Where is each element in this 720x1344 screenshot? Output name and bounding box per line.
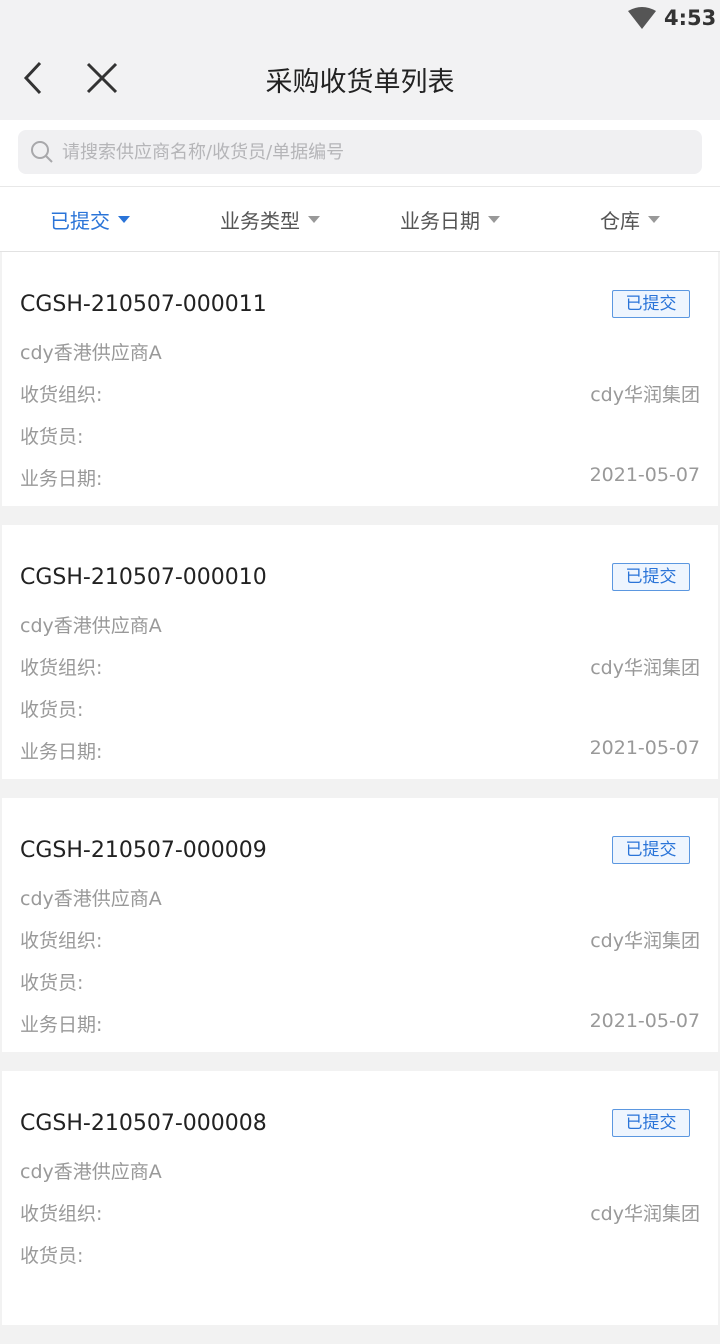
status-badge: 已提交 — [612, 836, 690, 864]
filter-status-label: 已提交 — [50, 208, 110, 233]
receipt-card[interactable]: CGSH-210507-000010 已提交 cdy香港供应商A 收货组织: c… — [2, 525, 718, 779]
receiver-row: 收货员: — [20, 1241, 700, 1268]
filter-business-type[interactable]: 业务类型 — [180, 187, 360, 251]
doc-number: CGSH-210507-000011 — [20, 292, 267, 317]
caret-down-icon — [648, 215, 660, 223]
org-row: 收货组织: cdy华润集团 — [20, 926, 700, 953]
doc-number: CGSH-210507-000008 — [20, 1111, 267, 1136]
app-header: 采购收货单列表 — [0, 36, 720, 120]
wifi-icon — [628, 7, 656, 29]
filter-warehouse[interactable]: 仓库 — [540, 187, 720, 251]
filter-business-type-label: 业务类型 — [220, 208, 300, 233]
org-row: 收货组织: cdy华润集团 — [20, 380, 700, 407]
search-bar — [0, 120, 720, 186]
status-badge: 已提交 — [612, 563, 690, 591]
supplier-name: cdy香港供应商A — [20, 615, 162, 637]
receipt-card[interactable]: CGSH-210507-000011 已提交 cdy香港供应商A 收货组织: c… — [2, 252, 718, 506]
receiver-row: 收货员: — [20, 422, 700, 449]
receiver-label: 收货员: — [20, 1245, 84, 1267]
receiver-label: 收货员: — [20, 699, 84, 721]
org-value: cdy华润集团 — [590, 384, 700, 406]
supplier-name: cdy香港供应商A — [20, 888, 162, 910]
status-badge: 已提交 — [612, 290, 690, 318]
date-row: 业务日期: 2021-05-07 — [20, 1010, 700, 1037]
status-bar: 4:53 — [0, 0, 720, 36]
supplier-name: cdy香港供应商A — [20, 342, 162, 364]
org-label: 收货组织: — [20, 930, 103, 952]
filter-business-date-label: 业务日期 — [400, 208, 480, 233]
status-badge: 已提交 — [612, 1109, 690, 1137]
doc-number: CGSH-210507-000010 — [20, 565, 267, 590]
org-value: cdy华润集团 — [590, 657, 700, 679]
caret-down-icon — [308, 215, 320, 223]
date-value: 2021-05-07 — [589, 464, 700, 486]
receiver-label: 收货员: — [20, 426, 84, 448]
supplier-name: cdy香港供应商A — [20, 1161, 162, 1183]
receiver-label: 收货员: — [20, 972, 84, 994]
filter-status[interactable]: 已提交 — [0, 187, 180, 251]
date-value: 2021-05-07 — [589, 737, 700, 759]
date-value: 2021-05-07 — [589, 1010, 700, 1032]
date-row: 业务日期: 2021-05-07 — [20, 464, 700, 491]
date-label: 业务日期: — [20, 1014, 103, 1036]
caret-down-icon — [118, 215, 130, 223]
search-icon — [31, 141, 53, 163]
page-title: 采购收货单列表 — [265, 67, 455, 98]
org-value: cdy华润集团 — [590, 1203, 700, 1225]
date-label: 业务日期: — [20, 468, 103, 490]
caret-down-icon — [488, 215, 500, 223]
filter-bar: 已提交 业务类型 业务日期 仓库 — [0, 186, 720, 252]
status-time: 4:53 — [664, 6, 717, 30]
org-label: 收货组织: — [20, 1203, 103, 1225]
receiver-row: 收货员: — [20, 695, 700, 722]
org-label: 收货组织: — [20, 384, 103, 406]
receipt-card[interactable]: CGSH-210507-000009 已提交 cdy香港供应商A 收货组织: c… — [2, 798, 718, 1052]
org-label: 收货组织: — [20, 657, 103, 679]
date-label: 业务日期: — [20, 741, 103, 763]
receipt-card[interactable]: CGSH-210507-000008 已提交 cdy香港供应商A 收货组织: c… — [2, 1071, 718, 1325]
filter-business-date[interactable]: 业务日期 — [360, 187, 540, 251]
search-input[interactable] — [62, 130, 682, 174]
filter-warehouse-label: 仓库 — [600, 208, 640, 233]
date-row: 业务日期: 2021-05-07 — [20, 737, 700, 764]
org-value: cdy华润集团 — [590, 930, 700, 952]
org-row: 收货组织: cdy华润集团 — [20, 1199, 700, 1226]
receipt-list: CGSH-210507-000011 已提交 cdy香港供应商A 收货组织: c… — [0, 252, 720, 1344]
receiver-row: 收货员: — [20, 968, 700, 995]
org-row: 收货组织: cdy华润集团 — [20, 653, 700, 680]
search-box[interactable] — [18, 130, 702, 174]
doc-number: CGSH-210507-000009 — [20, 838, 267, 863]
